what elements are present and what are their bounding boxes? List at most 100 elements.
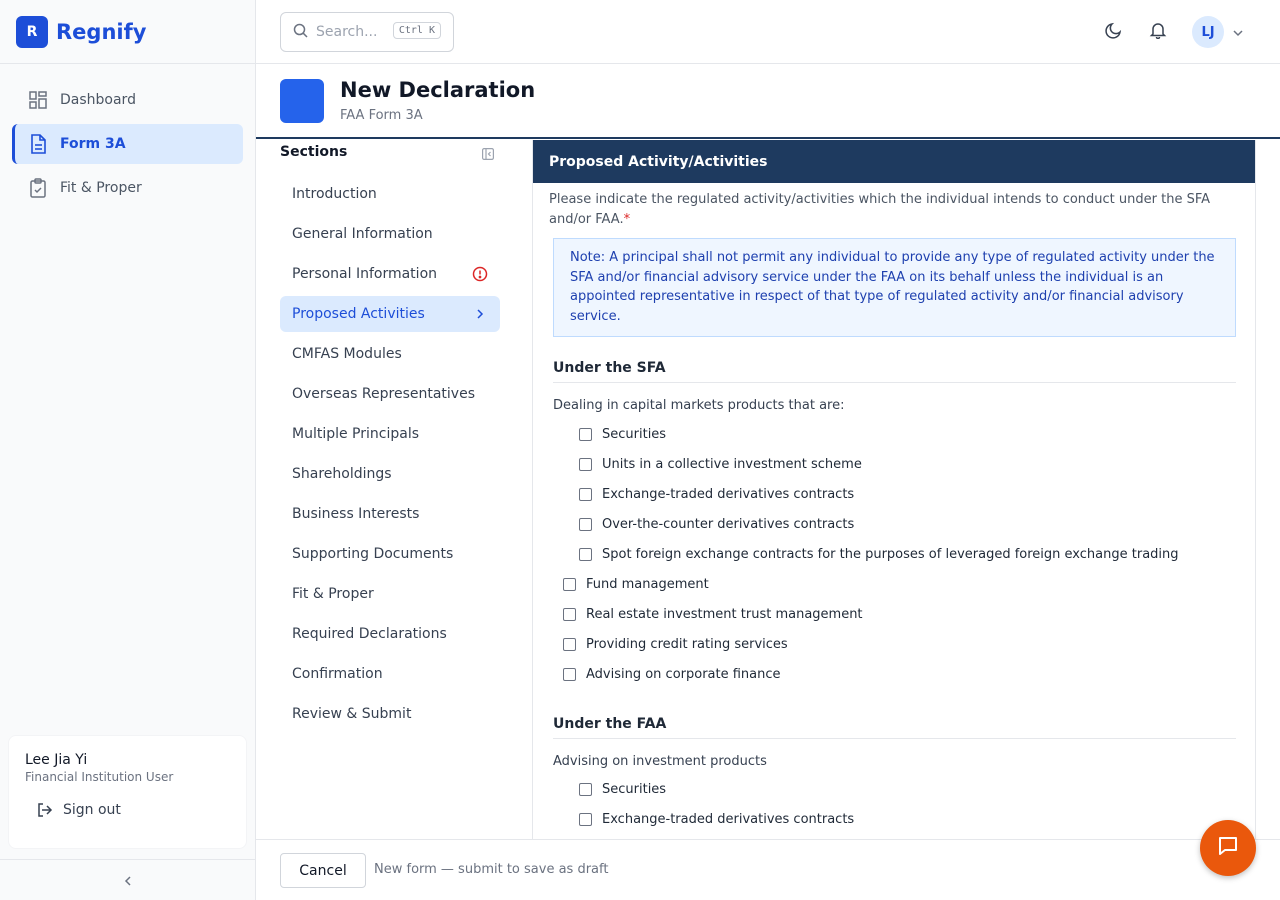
checkbox-sfa-etd[interactable]: Exchange-traded derivatives contracts (579, 487, 854, 502)
checkbox-label: Advising on corporate finance (586, 667, 781, 682)
section-label: Confirmation (292, 666, 383, 682)
section-item-review-submit[interactable]: Review & Submit (280, 696, 500, 732)
theme-toggle-button[interactable] (1102, 20, 1126, 44)
section-item-personal-information[interactable]: Personal Information (280, 256, 500, 292)
checkbox-label: Over-the-counter derivatives contracts (602, 517, 855, 532)
chat-icon (1216, 834, 1240, 862)
nav-item-fit-proper[interactable]: Fit & Proper (12, 168, 243, 208)
search-icon (293, 23, 308, 42)
section-label: Review & Submit (292, 706, 412, 722)
document-icon (28, 134, 48, 154)
checkbox-credit-rating[interactable]: Providing credit rating services (563, 637, 788, 652)
brand-logo: R (16, 15, 48, 48)
section-label: Business Interests (292, 506, 420, 522)
sfa-group-label: Dealing in capital markets products that… (553, 398, 845, 413)
checkbox-reit-management[interactable]: Real estate investment trust management (563, 607, 863, 622)
brand-name: Regnify (56, 19, 147, 44)
checkbox-label: Exchange-traded derivatives contracts (602, 487, 855, 502)
section-item-shareholdings[interactable]: Shareholdings (280, 456, 500, 492)
section-item-general-information[interactable]: General Information (280, 216, 500, 252)
checkbox-sfa-cis-units[interactable]: Units in a collective investment scheme (579, 457, 862, 472)
sections-title: Sections (280, 144, 348, 160)
chevron-right-icon (472, 306, 488, 322)
section-item-fit-proper[interactable]: Fit & Proper (280, 576, 500, 612)
moon-icon (1105, 21, 1123, 43)
user-card: Lee Jia Yi Financial Institution User Si… (8, 735, 247, 849)
section-item-business-interests[interactable]: Business Interests (280, 496, 500, 532)
checkbox-label: Spot foreign exchange contracts for the … (602, 547, 1179, 562)
form-instruction: Please indicate the regulated activity/a… (549, 190, 1229, 230)
section-label: Shareholdings (292, 466, 392, 482)
nav-item-label: Fit & Proper (60, 180, 142, 196)
section-item-required-declarations[interactable]: Required Declarations (280, 616, 500, 652)
nav-item-form-3a[interactable]: Form 3A (12, 124, 243, 164)
sign-out-label: Sign out (63, 802, 121, 818)
checkbox[interactable] (563, 638, 576, 651)
page-subtitle: FAA Form 3A (340, 108, 423, 123)
form-area: Proposed Activity/Activities Please indi… (532, 140, 1256, 840)
form-section-header: Proposed Activity/Activities (533, 140, 1255, 183)
section-item-confirmation[interactable]: Confirmation (280, 656, 500, 692)
section-item-supporting-documents[interactable]: Supporting Documents (280, 536, 500, 572)
section-label: Supporting Documents (292, 546, 454, 562)
section-item-overseas-representatives[interactable]: Overseas Representatives (280, 376, 500, 412)
section-item-introduction[interactable]: Introduction (280, 176, 500, 212)
checkbox-label: Units in a collective investment scheme (602, 457, 862, 472)
search-placeholder: Search... (316, 24, 378, 40)
sections-panel: Sections Introduction General Informatio… (280, 140, 512, 840)
checkbox[interactable] (579, 518, 592, 531)
notifications-button[interactable] (1146, 20, 1170, 44)
section-label: General Information (292, 226, 433, 242)
checkbox-fund-management[interactable]: Fund management (563, 577, 709, 592)
checkbox-corporate-finance[interactable]: Advising on corporate finance (563, 667, 781, 682)
faa-heading: Under the FAA (553, 716, 1236, 739)
checkbox-sfa-spot-fx[interactable]: Spot foreign exchange contracts for the … (579, 547, 1179, 562)
checkbox[interactable] (579, 428, 592, 441)
chat-button[interactable] (1200, 820, 1256, 876)
checkbox-label: Real estate investment trust management (586, 607, 863, 622)
page-title: New Declaration (340, 78, 536, 102)
required-mark: * (623, 212, 631, 227)
info-note: Note: A principal shall not permit any i… (553, 238, 1236, 337)
user-name: Lee Jia Yi (25, 752, 88, 768)
checkbox[interactable] (563, 578, 576, 591)
checkbox-faa-securities[interactable]: Securities (579, 782, 666, 797)
chevron-down-icon[interactable] (1232, 24, 1244, 43)
checkbox-label: Securities (602, 782, 667, 797)
checkbox[interactable] (579, 813, 592, 826)
main-nav: Dashboard Form 3A Fit & Proper (0, 64, 255, 228)
section-item-multiple-principals[interactable]: Multiple Principals (280, 416, 500, 452)
section-label: Required Declarations (292, 626, 447, 642)
sign-out-button[interactable]: Sign out (25, 802, 230, 818)
avatar[interactable]: LJ (1192, 16, 1224, 48)
checkbox[interactable] (579, 548, 592, 561)
section-item-proposed-activities[interactable]: Proposed Activities (280, 296, 500, 332)
checkbox[interactable] (563, 608, 576, 621)
section-label: CMFAS Modules (292, 346, 402, 362)
sidebar-collapse-button[interactable] (0, 859, 255, 900)
nav-item-dashboard[interactable]: Dashboard (12, 80, 243, 120)
checkbox[interactable] (563, 668, 576, 681)
panel-collapse-icon[interactable] (482, 145, 495, 164)
section-item-cmfas-modules[interactable]: CMFAS Modules (280, 336, 500, 372)
bell-icon (1149, 21, 1167, 43)
cancel-button[interactable]: Cancel (280, 853, 366, 888)
sfa-heading: Under the SFA (553, 360, 1236, 383)
page-header: New Declaration FAA Form 3A (256, 64, 1280, 139)
checkbox-faa-etd[interactable]: Exchange-traded derivatives contracts (579, 812, 854, 827)
checkbox[interactable] (579, 458, 592, 471)
sign-out-icon (37, 802, 53, 818)
checkbox-label: Fund management (586, 577, 709, 592)
checkbox[interactable] (579, 783, 592, 796)
error-icon (472, 266, 488, 282)
checkbox-sfa-securities[interactable]: Securities (579, 427, 666, 442)
checkbox-label: Securities (602, 427, 667, 442)
section-label: Personal Information (292, 266, 438, 282)
dashboard-icon (28, 90, 48, 110)
search-input[interactable]: Search... Ctrl K (280, 12, 454, 52)
form-footer: Cancel New form — submit to save as draf… (256, 839, 1280, 900)
brand[interactable]: R Regnify (0, 0, 255, 64)
checkbox-sfa-otc[interactable]: Over-the-counter derivatives contracts (579, 517, 854, 532)
checkbox[interactable] (579, 488, 592, 501)
nav-item-label: Dashboard (60, 92, 136, 108)
